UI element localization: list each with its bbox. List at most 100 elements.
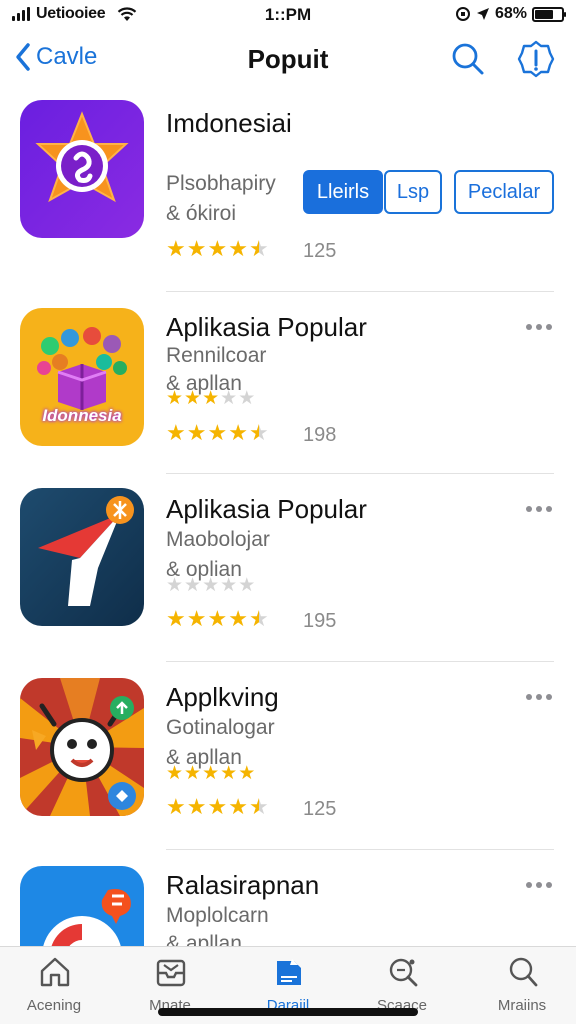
star-icon: ★ — [166, 794, 186, 819]
search-icon — [509, 957, 538, 987]
tab-mraiins[interactable]: Mraiins — [474, 947, 570, 1017]
orientation-lock-icon — [455, 7, 470, 21]
app-row-1[interactable]: Imdonesiai Plsobhapiry & ókiroi ★ ★ ★ ★ ★ 12… — [0, 92, 576, 292]
rating-count: 125 — [303, 798, 337, 820]
secondary-rating-stars: ★ ★ ★ ★ ★ — [166, 576, 255, 595]
rating-stars: ★ ★ ★ ★ ★ — [166, 422, 269, 444]
more-button[interactable] — [526, 694, 552, 700]
star-icon: ★ — [184, 763, 202, 784]
tab-label: Mraiins — [497, 997, 547, 1014]
more-button[interactable] — [526, 324, 552, 330]
tab-home[interactable]: Acening — [6, 947, 102, 1017]
battery-percent: 68% — [494, 5, 527, 22]
status-right: 68% — [455, 5, 566, 23]
app-subtitle: Rennilcoar — [166, 344, 267, 367]
star-icon: ★ — [186, 606, 207, 631]
star-icon: ★ — [248, 794, 269, 819]
rating-stars: ★ ★ ★ ★ ★ — [166, 238, 269, 260]
filter-button-2[interactable]: Lsp — [384, 170, 442, 214]
star-icon: ★ — [166, 388, 184, 409]
star-icon: ★ — [228, 420, 248, 445]
chat-bubble-icon — [20, 866, 144, 946]
icon-text: Idonnesia — [42, 406, 122, 425]
star-icon: ★ — [238, 763, 256, 784]
star-icon: ★ — [248, 236, 269, 261]
tab-label: Acening — [26, 997, 82, 1014]
star-icon: ★ — [207, 420, 228, 445]
battery-level — [535, 9, 553, 19]
filter-button-1[interactable]: Lleirls — [303, 170, 383, 214]
app-subtitle-2: & ókiroi — [166, 202, 237, 225]
inbox-icon — [156, 959, 186, 987]
app-icon-ralasirapnan[interactable] — [20, 866, 144, 946]
star-icon: ★ — [166, 763, 184, 784]
secondary-rating-stars: ★ ★ ★ ★ ★ — [166, 764, 255, 783]
search-plus-icon — [389, 958, 418, 987]
star-icon: ★ — [248, 420, 269, 445]
app-subtitle: Moplolcarn — [166, 904, 269, 927]
more-button[interactable] — [526, 506, 552, 512]
app-subtitle: Gotinalogar — [166, 716, 275, 739]
more-button[interactable] — [526, 882, 552, 888]
star-icon: ★ — [166, 575, 184, 596]
app-row-5[interactable]: Ralasirapnan Moplolcarn & apllan — [0, 850, 576, 946]
app-icon-aplikasia-popular[interactable]: Idonnesia — [20, 308, 144, 446]
star-icon: ★ — [166, 420, 186, 445]
star-icon: ★ — [228, 236, 248, 261]
location-icon — [476, 8, 489, 20]
app-icon-aplikasia-popular-2[interactable] — [20, 488, 144, 626]
home-icon — [40, 957, 70, 987]
app-name: Imdonesiai — [166, 108, 292, 138]
tab-daraiil[interactable]: Daraiil — [240, 947, 336, 1017]
star-icon: ★ — [184, 388, 202, 409]
star-icon: ★ — [202, 388, 220, 409]
status-bar: Uetiooiee 1::PM 68% — [0, 0, 576, 30]
star-icon: ★ — [207, 794, 228, 819]
star-icon: ★ — [220, 388, 238, 409]
rating-count: 195 — [303, 610, 337, 632]
secondary-rating-stars: ★ ★ ★ ★ ★ — [166, 389, 255, 408]
star-icon: ★ — [202, 575, 220, 596]
star-icon: ★ — [207, 606, 228, 631]
star-icon: ★ — [186, 794, 207, 819]
app-subtitle: Maobolojar — [166, 528, 270, 551]
star-badge-icon — [20, 100, 144, 238]
home-indicator — [158, 1008, 418, 1016]
app-subtitle: Plsobhapiry — [166, 172, 276, 195]
app-name: Aplikasia Popular — [166, 312, 367, 342]
rating-count: 198 — [303, 424, 337, 446]
info-button[interactable] — [516, 39, 556, 84]
star-icon: ★ — [184, 575, 202, 596]
tab-scaace[interactable]: Scaace — [354, 947, 450, 1017]
app-row-3[interactable]: Aplikasia Popular Maobolojar & oplian ★ ★… — [0, 474, 576, 662]
star-icon: ★ — [238, 388, 256, 409]
search-button[interactable] — [450, 41, 486, 82]
star-icon: ★ — [166, 606, 186, 631]
star-icon: ★ — [238, 575, 256, 596]
star-icon: ★ — [207, 236, 228, 261]
app-row-4[interactable]: Applkving Gotinalogar & apllan ★ ★ ★ ★ ★ ★ ★ ★… — [0, 662, 576, 850]
star-icon: ★ — [228, 794, 248, 819]
battery-icon — [532, 6, 566, 22]
star-icon: ★ — [228, 606, 248, 631]
tab-mnate[interactable]: Mnate — [122, 947, 218, 1017]
app-icon-imdonesiai[interactable] — [20, 100, 144, 238]
filter-button-3[interactable]: Peclalar — [454, 170, 554, 214]
mascot-face-icon — [20, 678, 144, 816]
back-button[interactable]: Cavle — [14, 42, 97, 72]
search-icon — [452, 43, 484, 75]
app-row-2[interactable]: Idonnesia Aplikasia Popular Rennilcoar &… — [0, 292, 576, 474]
star-icon: ★ — [166, 236, 186, 261]
rating-stars: ★ ★ ★ ★ ★ — [166, 796, 269, 818]
paper-plane-icon — [20, 488, 144, 626]
star-icon: ★ — [186, 236, 207, 261]
app-name: Ralasirapnan — [166, 870, 320, 900]
star-icon: ★ — [186, 420, 207, 445]
nav-bar: Cavle Popuit — [0, 30, 576, 92]
star-icon: ★ — [248, 606, 269, 631]
app-icon-applkving[interactable] — [20, 678, 144, 816]
star-icon: ★ — [220, 575, 238, 596]
chevron-left-icon — [16, 43, 30, 71]
rating-count: 125 — [303, 240, 337, 262]
app-name: Applkving — [166, 682, 279, 712]
